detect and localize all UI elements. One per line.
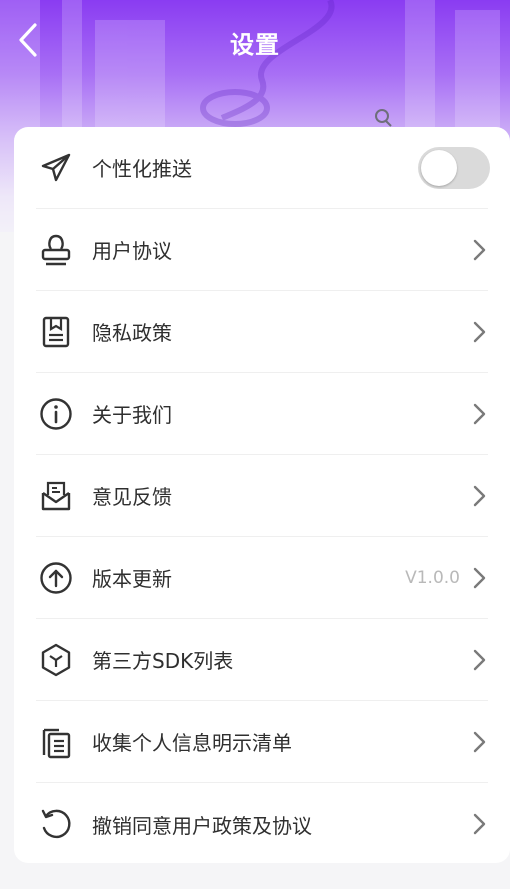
settings-item-personalized-push[interactable]: 个性化推送 bbox=[36, 127, 490, 209]
settings-item-label: 隐私政策 bbox=[92, 321, 172, 345]
settings-card: 个性化推送 用户协议 隐私政策 关于我们 意见反馈 版本更新 V1.0.0 第三… bbox=[14, 127, 510, 863]
documents-icon bbox=[38, 724, 74, 760]
version-value: V1.0.0 bbox=[405, 567, 460, 588]
settings-item-label: 版本更新 bbox=[92, 567, 172, 591]
settings-item-feedback[interactable]: 意见反馈 bbox=[36, 455, 488, 537]
info-icon bbox=[38, 396, 74, 432]
settings-item-label: 意见反馈 bbox=[92, 485, 172, 509]
settings-item-privacy-policy[interactable]: 隐私政策 bbox=[36, 291, 488, 373]
stamp-icon bbox=[38, 232, 74, 268]
back-arrow-icon bbox=[19, 23, 37, 57]
feedback-envelope-icon bbox=[38, 478, 74, 514]
settings-item-label: 撤销同意用户政策及协议 bbox=[92, 813, 312, 838]
chevron-right-icon bbox=[470, 484, 488, 508]
settings-item-label: 关于我们 bbox=[92, 403, 172, 427]
chevron-right-icon bbox=[470, 238, 488, 262]
settings-item-version-update[interactable]: 版本更新 V1.0.0 bbox=[36, 537, 488, 619]
personalized-push-toggle[interactable] bbox=[418, 146, 490, 189]
settings-item-label: 用户协议 bbox=[92, 239, 172, 263]
revoke-refresh-icon bbox=[38, 806, 74, 842]
chevron-right-icon bbox=[470, 730, 488, 754]
page-title: 设置 bbox=[230, 30, 280, 59]
paper-plane-icon bbox=[38, 150, 74, 186]
settings-item-revoke-consent[interactable]: 撤销同意用户政策及协议 bbox=[36, 783, 488, 865]
settings-item-label: 收集个人信息明示清单 bbox=[92, 731, 292, 755]
cube-icon bbox=[38, 642, 74, 678]
settings-item-label: 第三方SDK列表 bbox=[92, 649, 234, 673]
back-button[interactable] bbox=[8, 20, 48, 60]
toggle-knob bbox=[421, 149, 457, 186]
settings-item-about-us[interactable]: 关于我们 bbox=[36, 373, 488, 455]
settings-item-label: 个性化推送 bbox=[92, 157, 192, 181]
chevron-right-icon bbox=[470, 320, 488, 344]
settings-item-third-party-sdk[interactable]: 第三方SDK列表 bbox=[36, 619, 488, 701]
settings-item-personal-info-list[interactable]: 收集个人信息明示清单 bbox=[36, 701, 488, 783]
settings-item-user-agreement[interactable]: 用户协议 bbox=[36, 209, 488, 291]
chevron-right-icon bbox=[470, 402, 488, 426]
chevron-right-icon bbox=[470, 566, 488, 590]
upload-circle-icon bbox=[38, 560, 74, 596]
chevron-right-icon bbox=[470, 812, 488, 836]
bookmark-book-icon bbox=[38, 314, 74, 350]
chevron-right-icon bbox=[470, 648, 488, 672]
top-bar: 设置 bbox=[0, 0, 510, 84]
